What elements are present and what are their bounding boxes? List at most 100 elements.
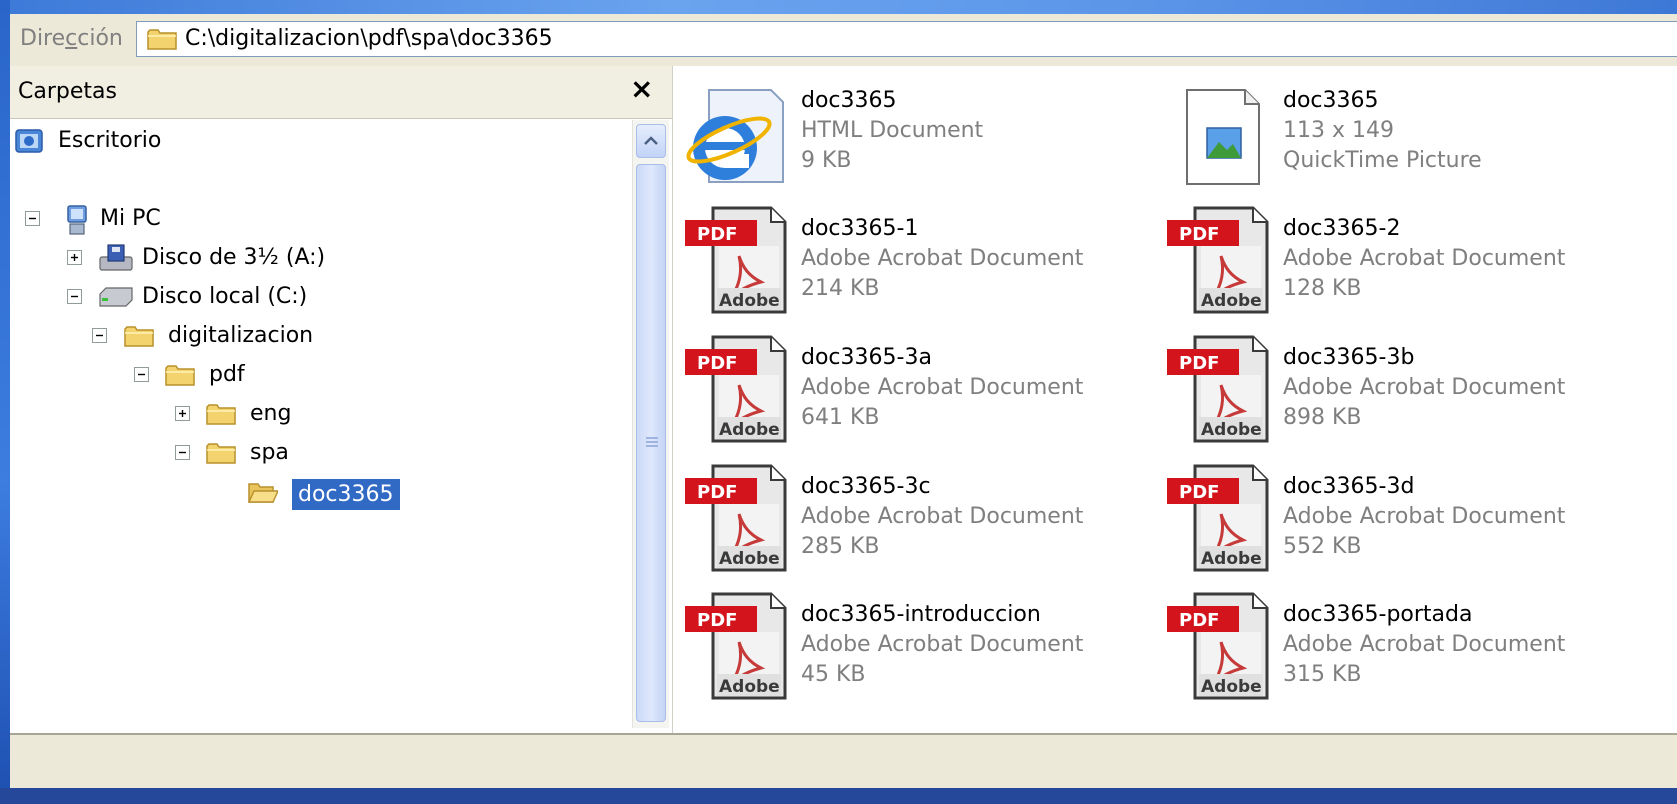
collapse-toggle[interactable] [92, 328, 107, 343]
file-type: Adobe Acrobat Document [801, 504, 1084, 529]
address-path: C:\digitalizacion\pdf\spa\doc3365 [185, 26, 553, 51]
pdf-brand-text: Adobe [719, 420, 780, 440]
image-file-icon [1186, 89, 1260, 185]
hard-drive-icon [99, 287, 133, 307]
pdf-badge-text: PDF [1179, 224, 1219, 245]
my-computer-icon [67, 205, 87, 235]
address-bar: Dirección C:\digitalizacion\pdf\spa\doc3… [10, 14, 1677, 67]
pdf-brand-text: Adobe [1201, 291, 1262, 311]
tree-item-label: digitalizacion [168, 323, 314, 348]
internet-explorer-html-icon [686, 89, 784, 183]
file-name: doc3365-portada [1283, 602, 1473, 627]
tree-item-doc3365[interactable]: doc3365 [10, 475, 430, 510]
tree-scrollbar[interactable] [632, 120, 669, 728]
file-size: 214 KB [801, 276, 880, 301]
file-item[interactable]: PDF Adobe doc3365-2 Adobe Acrobat Docume… [1155, 194, 1635, 314]
file-item[interactable]: doc3365 113 x 149 QuickTime Picture [1155, 66, 1635, 186]
scroll-up-button[interactable] [636, 124, 666, 158]
file-name: doc3365-introduccion [801, 602, 1041, 627]
collapse-toggle[interactable] [25, 211, 40, 226]
pdf-badge-text: PDF [697, 224, 737, 245]
file-item[interactable]: PDF Adobe doc3365-3d Adobe Acrobat Docum… [1155, 452, 1635, 572]
expand-toggle[interactable] [175, 406, 190, 421]
tree-item-disco-c[interactable]: Disco local (C:) [10, 280, 410, 314]
file-name: doc3365-3b [1283, 345, 1415, 370]
file-size: 315 KB [1283, 662, 1362, 687]
pdf-icon: PDF Adobe [683, 464, 788, 572]
file-item[interactable]: PDF Adobe doc3365-3c Adobe Acrobat Docum… [673, 452, 1153, 572]
pdf-icon: PDF Adobe [683, 335, 788, 443]
tree-item-label: Disco local (C:) [142, 284, 308, 309]
file-type: QuickTime Picture [1283, 148, 1482, 173]
collapse-toggle[interactable] [175, 445, 190, 460]
folder-icon [147, 27, 177, 51]
tree-item-label: eng [250, 401, 292, 426]
file-type: Adobe Acrobat Document [1283, 504, 1566, 529]
file-name: doc3365-3d [1283, 474, 1415, 499]
file-size: 9 KB [801, 148, 852, 173]
pdf-brand-text: Adobe [719, 677, 780, 697]
tree-item-pdf[interactable]: pdf [10, 358, 410, 392]
file-name: doc3365-3c [801, 474, 931, 499]
pdf-badge-text: PDF [1179, 353, 1219, 374]
address-label: Dirección [20, 26, 123, 51]
file-size: 552 KB [1283, 534, 1362, 559]
folders-header: Carpetas × [10, 66, 672, 119]
file-item[interactable]: PDF Adobe doc3365-portada Adobe Acrobat … [1155, 580, 1635, 700]
pdf-icon: PDF Adobe [683, 592, 788, 700]
pdf-icon: PDF Adobe [1165, 335, 1270, 443]
file-type: Adobe Acrobat Document [1283, 246, 1566, 271]
file-type: Adobe Acrobat Document [1283, 375, 1566, 400]
close-icon[interactable]: × [630, 72, 653, 105]
collapse-toggle[interactable] [67, 289, 82, 304]
collapse-toggle[interactable] [134, 367, 149, 382]
folder-icon [165, 363, 195, 387]
floppy-drive-icon [99, 244, 133, 271]
image-dimensions: 113 x 149 [1283, 118, 1394, 143]
tree-item-spa[interactable]: spa [10, 436, 410, 470]
file-size: 641 KB [801, 405, 880, 430]
tree-item-escritorio[interactable]: Escritorio [10, 124, 310, 158]
tree-item-eng[interactable]: eng [10, 397, 410, 431]
status-bar [10, 733, 1677, 790]
tree-item-disco-a[interactable]: Disco de 3½ (A:) [10, 241, 410, 275]
pdf-icon: PDF Adobe [1165, 592, 1270, 700]
pdf-badge-text: PDF [1179, 610, 1219, 631]
file-item[interactable]: PDF Adobe doc3365-1 Adobe Acrobat Docume… [673, 194, 1153, 314]
folders-title: Carpetas [18, 79, 117, 104]
file-name: doc3365-1 [801, 216, 919, 241]
file-name: doc3365 [1283, 88, 1379, 113]
pdf-icon: PDF Adobe [1165, 464, 1270, 572]
folders-pane: Carpetas × Escritorio Mi PC Disco de 3½ … [10, 66, 673, 733]
tree-item-digitalizacion[interactable]: digitalizacion [10, 319, 410, 353]
tree-item-label: Disco de 3½ (A:) [142, 245, 326, 270]
file-type: Adobe Acrobat Document [801, 246, 1084, 271]
file-size: 285 KB [801, 534, 880, 559]
scroll-thumb[interactable] [636, 164, 666, 722]
file-item[interactable]: PDF Adobe doc3365-3a Adobe Acrobat Docum… [673, 323, 1153, 443]
tree-item-mi-pc[interactable]: Mi PC [10, 202, 310, 236]
tree-item-label: Mi PC [100, 206, 161, 231]
file-item[interactable]: doc3365 HTML Document 9 KB [673, 66, 1153, 186]
file-item[interactable]: PDF Adobe doc3365-introduccion Adobe Acr… [673, 580, 1153, 700]
file-size: 128 KB [1283, 276, 1362, 301]
pdf-brand-text: Adobe [1201, 420, 1262, 440]
folder-icon [206, 441, 236, 465]
tree-item-label: Escritorio [58, 128, 162, 153]
window-frame-bottom [0, 788, 1677, 804]
file-item[interactable]: PDF Adobe doc3365-3b Adobe Acrobat Docum… [1155, 323, 1635, 443]
file-size: 45 KB [801, 662, 866, 687]
pdf-brand-text: Adobe [719, 549, 780, 569]
file-name: doc3365-3a [801, 345, 932, 370]
pdf-badge-text: PDF [697, 610, 737, 631]
address-input[interactable]: C:\digitalizacion\pdf\spa\doc3365 [136, 21, 1677, 57]
file-type: Adobe Acrobat Document [801, 632, 1084, 657]
window-frame-top [0, 0, 1677, 14]
folder-open-icon [248, 480, 278, 504]
file-name: doc3365-2 [1283, 216, 1401, 241]
file-size: 898 KB [1283, 405, 1362, 430]
tree-item-label: pdf [209, 362, 245, 387]
expand-toggle[interactable] [67, 250, 82, 265]
pdf-badge-text: PDF [697, 482, 737, 503]
folder-icon [124, 324, 154, 348]
